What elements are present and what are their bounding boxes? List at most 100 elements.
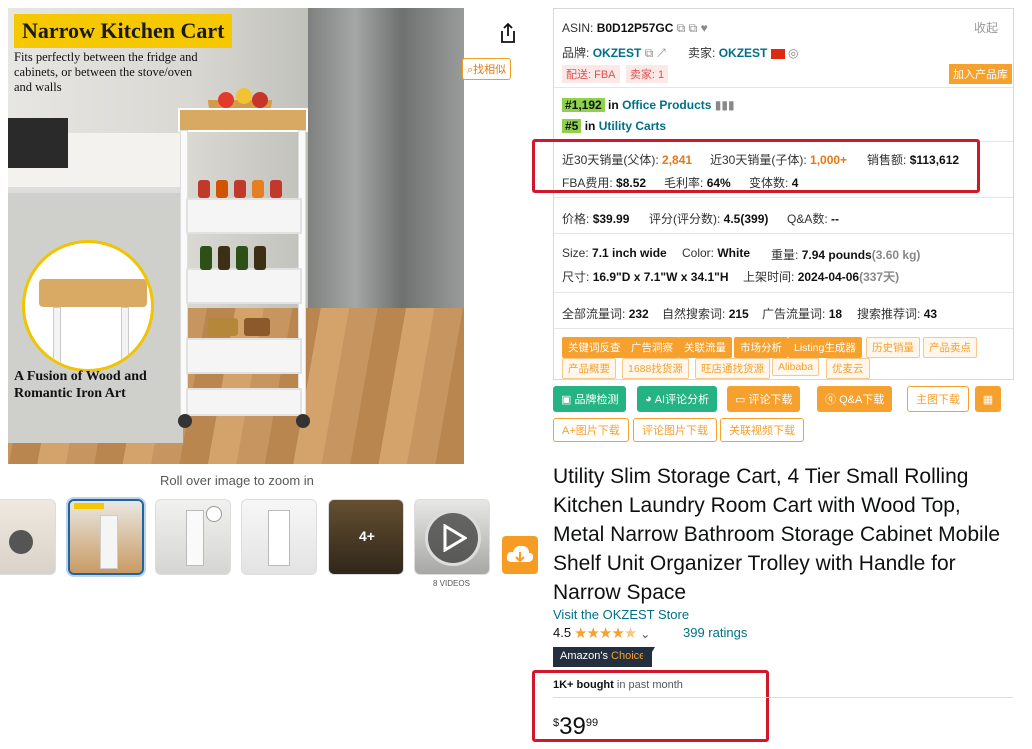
external-link-icon[interactable]: ↗ [657, 46, 667, 60]
main-image-download-button[interactable]: 主图下载 [907, 386, 969, 412]
thumbnail-video[interactable] [414, 499, 490, 575]
chevron-down-icon: ⌄ [640, 627, 650, 641]
brand-check-label: 品牌检测 [574, 394, 619, 406]
find-similar-button[interactable]: ⌕找相似 [462, 58, 512, 80]
rank-badge: #5 [562, 119, 582, 133]
dim-label: 尺寸: [562, 270, 590, 284]
ad-insight-chip[interactable]: 广告洞察 [625, 337, 679, 358]
alibaba-chip[interactable]: Alibaba [772, 358, 820, 376]
asin-label: ASIN: [562, 21, 594, 35]
traffic-nat-value[interactable]: 215 [729, 307, 749, 321]
traffic-ad-value[interactable]: 18 [829, 307, 842, 321]
share-icon[interactable] [498, 22, 518, 44]
brand-link[interactable]: OKZEST [593, 46, 642, 60]
amazons-choice-badge[interactable]: Amazon's Choice [553, 647, 653, 667]
thumbnail-image[interactable] [241, 499, 317, 575]
rank-category-link[interactable]: Utility Carts [599, 119, 666, 133]
traffic-natural: 自然搜索词: 215 [662, 305, 749, 322]
seller-label: 卖家: [688, 46, 716, 60]
keyword-reverse-chip[interactable]: 关键词反查 [562, 337, 627, 358]
market-analysis-chip[interactable]: 市场分析 [734, 337, 788, 358]
asin-value[interactable]: B0D12P57GC [597, 21, 674, 35]
washer-icon [9, 530, 33, 554]
image-caption: A Fusion of Wood and Romantic Iron Art [14, 369, 147, 401]
copy-icon[interactable]: ⧉ [689, 21, 698, 35]
product-summary-chip[interactable]: 产品概要 [562, 358, 616, 379]
seller-link[interactable]: OKZEST [719, 46, 768, 60]
store-link[interactable]: Visit the OKZEST Store [553, 607, 689, 622]
jar [252, 180, 264, 198]
rank-badge: #1,192 [562, 98, 605, 112]
apple [218, 92, 234, 108]
brand-row: 品牌: OKZEST ⧉ ↗ [562, 44, 666, 61]
thumbnail-more[interactable]: 4+ [328, 499, 404, 575]
find-similar-label: 找相似 [473, 64, 507, 76]
image-title: Narrow Kitchen Cart [14, 14, 233, 48]
divider [554, 292, 1013, 293]
collapse-toggle[interactable]: 收起 [974, 19, 998, 36]
youmaiyun-chip[interactable]: 优麦云 [826, 358, 870, 379]
listed-row: 上架时间: 2024-04-06(337天) [743, 268, 899, 285]
brand-check-button[interactable]: ▣ 品牌检测 [553, 386, 627, 412]
qa-label: Q&A数: [787, 212, 828, 226]
price: $3999 [553, 713, 598, 741]
price-value: $39.99 [592, 212, 630, 226]
rank-row-2: #5 in Utility Carts [562, 119, 666, 133]
qa-value: -- [831, 212, 840, 226]
traffic-nat-label: 自然搜索词: [662, 307, 726, 321]
related-video-download-button[interactable]: 关联视频下载 [720, 418, 804, 442]
copy-icon[interactable]: ⧉ [677, 21, 686, 35]
fba-tag: 配送: FBA [562, 65, 620, 83]
history-sales-chip[interactable]: 历史销量 [866, 337, 920, 358]
ai-review-analysis-button[interactable]: ◕ AI评论分析 [637, 386, 718, 412]
cart-shelf [186, 388, 302, 416]
traffic-all: 全部流量词: 232 [562, 305, 649, 322]
review-download-button[interactable]: ▭ 评论下载 [727, 386, 801, 412]
detail-zoom-circle [22, 240, 154, 372]
review-image-download-button[interactable]: 评论图片下载 [633, 418, 717, 442]
ratings-count-link[interactable]: 399 ratings [683, 625, 747, 640]
star-rating[interactable]: ★★★★★ ⌄ [574, 624, 650, 642]
selling-points-chip[interactable]: 产品卖点 [923, 337, 977, 358]
listed-days: (337天) [859, 270, 900, 284]
jar [216, 180, 228, 198]
cloud-download-icon [506, 545, 534, 563]
listing-generator-chip[interactable]: Listing生成器 [788, 337, 862, 358]
aplus-image-download-button[interactable]: A+图片下载 [553, 418, 629, 442]
badge-tail [643, 647, 655, 667]
traffic-rec-value[interactable]: 43 [924, 307, 937, 321]
thumbnail-image[interactable] [0, 499, 56, 575]
heart-icon[interactable]: ♥ [701, 21, 708, 35]
choice-label-b: Choice [611, 650, 646, 662]
orange [236, 88, 252, 104]
thumbnail-image[interactable] [155, 499, 231, 575]
traffic-all-value[interactable]: 232 [629, 307, 649, 321]
bottle [236, 246, 248, 270]
star-icon: ★★★★ [574, 625, 625, 642]
detail-rail [53, 307, 61, 367]
divider [553, 697, 1013, 698]
calculator-button[interactable]: ▦ [975, 386, 1001, 412]
download-button[interactable] [502, 536, 538, 574]
divider [554, 87, 1013, 88]
related-traffic-chip[interactable]: 关联流量 [678, 337, 732, 358]
cart-shelf [186, 198, 302, 234]
copy-icon[interactable]: ⧉ [645, 46, 654, 60]
asin-row: ASIN: B0D12P57GC ⧉ ⧉ ♥ [562, 21, 708, 36]
qa-download-button[interactable]: ⓠ Q&A下载 [817, 386, 893, 412]
jar [234, 180, 246, 198]
snacks [208, 318, 238, 336]
thumb-cart [186, 510, 204, 566]
bottle [218, 246, 230, 270]
thumbnail-image-selected[interactable] [68, 499, 144, 575]
rank-category-link[interactable]: Office Products [622, 98, 711, 112]
source-1688-chip[interactable]: 1688找货源 [622, 358, 689, 379]
seller-tool-panel: ASIN: B0D12P57GC ⧉ ⧉ ♥ 收起 品牌: OKZEST ⧉ ↗… [553, 8, 1014, 380]
price-symbol: $ [553, 717, 560, 729]
cart-wheel [178, 414, 192, 428]
choice-label-a: Amazon's [560, 650, 608, 662]
dim-value: 16.9"D x 7.1"W x 34.1"H [592, 270, 729, 284]
add-to-library-button[interactable]: 加入产品库 [949, 64, 1012, 84]
bar-chart-icon[interactable]: ▮▮▮ [715, 98, 735, 112]
wangdiantong-chip[interactable]: 旺店通找货源 [695, 358, 770, 379]
